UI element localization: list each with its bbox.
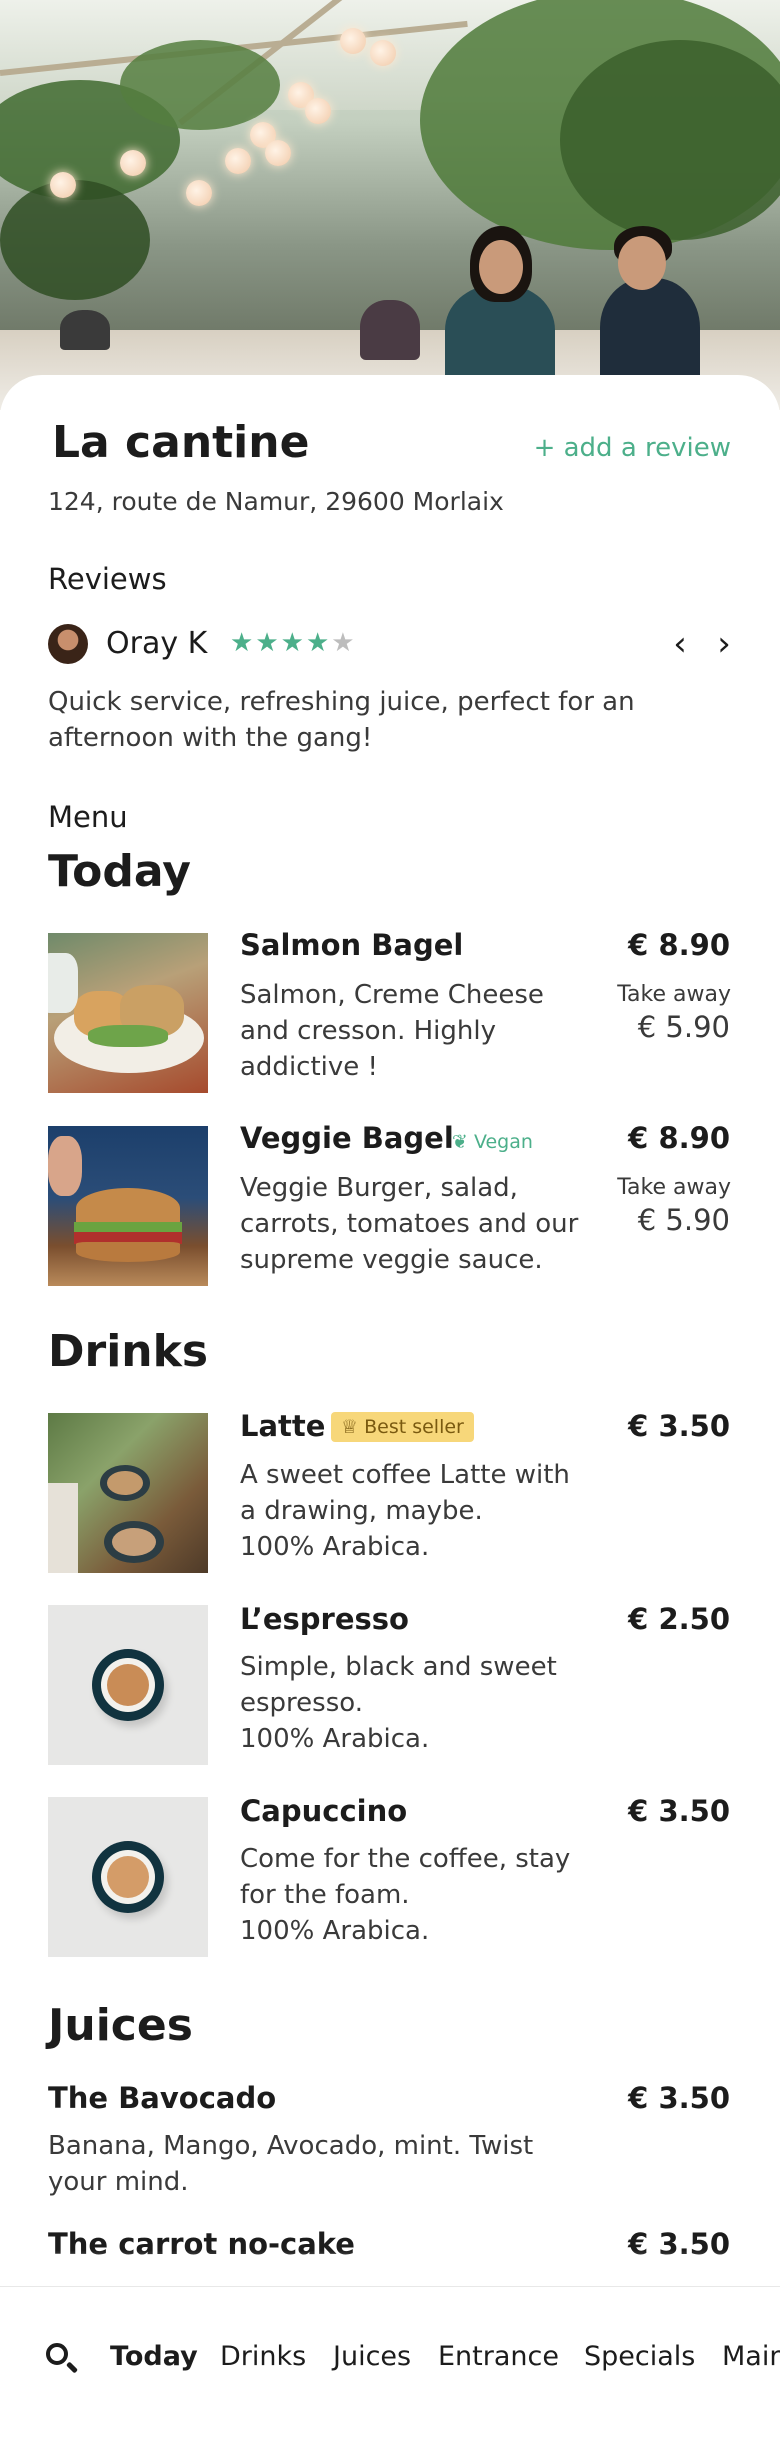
search-icon-ring: [46, 2343, 68, 2365]
drinks-heading: Drinks: [48, 1326, 209, 1377]
latte-photo: [48, 1413, 208, 1573]
takeaway-label: Take away: [617, 982, 731, 1007]
item-description-line: 100% Arabica.: [240, 1916, 430, 1946]
star-filled-icon: ★: [305, 628, 332, 658]
tab-juices[interactable]: Juices: [333, 2341, 411, 2372]
juices-heading: Juices: [48, 2000, 193, 2051]
chevron-left-icon[interactable]: ‹: [660, 622, 700, 666]
star-filled-icon: ★: [280, 628, 306, 658]
best-seller-badge: ♕ Best seller: [331, 1412, 474, 1442]
item-description: Simple, black and sweet espresso. 100% A…: [240, 1649, 620, 1757]
item-description-line: A sweet coffee Latte with: [240, 1460, 570, 1490]
hero-lamp: [370, 40, 396, 66]
tab-main[interactable]: Main: [722, 2341, 780, 2372]
hero-person-face: [618, 236, 666, 290]
item-name: Salmon Bagel: [240, 928, 464, 962]
item-price: € 8.90: [628, 1121, 730, 1155]
chevron-right-icon[interactable]: ›: [704, 622, 744, 666]
item-description: A sweet coffee Latte with a drawing, may…: [240, 1457, 620, 1565]
item-description-line: Banana, Mango, Avocado, mint. Twist: [48, 2131, 534, 2161]
hero-lamp: [305, 98, 331, 124]
restaurant-name: La cantine: [52, 417, 310, 468]
category-tab-bar: Today Drinks Juices Entrance Specials Ma…: [0, 2286, 780, 2448]
hero-lamp: [50, 172, 76, 198]
menu-heading: Menu: [48, 800, 128, 834]
item-description-line: supreme veggie sauce.: [240, 1245, 543, 1275]
star-empty-icon: ★: [331, 628, 357, 658]
takeaway-price: € 5.90: [637, 1010, 730, 1044]
tab-today[interactable]: Today: [110, 2341, 198, 2372]
item-description-line: for the foam.: [240, 1880, 410, 1910]
tab-specials[interactable]: Specials: [584, 2341, 695, 2372]
item-description: Veggie Burger, salad, carrots, tomatoes …: [240, 1170, 620, 1278]
takeaway-label: Take away: [617, 1175, 731, 1200]
hero-lamp: [120, 150, 146, 176]
scroll-fade: [0, 2250, 780, 2290]
hero-lamp: [225, 148, 251, 174]
takeaway-price: € 5.90: [637, 1203, 730, 1237]
add-review-link[interactable]: + add a review: [534, 433, 731, 463]
leaf-icon: ❦: [452, 1131, 468, 1153]
tab-entrance[interactable]: Entrance: [438, 2341, 559, 2372]
item-price: € 8.90: [628, 928, 730, 962]
today-heading: Today: [48, 846, 191, 897]
hero-lamp: [265, 140, 291, 166]
reviewer-name: Oray K: [106, 626, 208, 661]
item-description-line: Simple, black and sweet: [240, 1652, 557, 1682]
capuccino-photo: [48, 1797, 208, 1957]
review-header: Oray K ★★★★★ ‹ ›: [48, 622, 732, 666]
hero-person: [360, 300, 420, 360]
medal-icon: ♕: [341, 1416, 359, 1438]
item-name: L’espresso: [240, 1602, 409, 1636]
item-description-line: a drawing, maybe.: [240, 1496, 483, 1526]
item-name: Capuccino: [240, 1794, 408, 1828]
item-name: Latte: [240, 1409, 326, 1443]
item-description-line: 100% Arabica.: [240, 1724, 430, 1754]
item-description-line: espresso.: [240, 1688, 363, 1718]
rating-stars: ★★★★★: [230, 628, 357, 658]
item-name: The Bavocado: [48, 2081, 277, 2115]
hero-lamp: [186, 180, 212, 206]
avatar: [48, 624, 88, 664]
hero-foliage: [0, 180, 150, 300]
item-price: € 3.50: [628, 1409, 730, 1443]
hero-person-face: [479, 240, 523, 294]
hero-person: [60, 310, 110, 350]
hero-person: [600, 278, 700, 388]
item-price: € 3.50: [628, 2081, 730, 2115]
item-description-line: Veggie Burger, salad,: [240, 1173, 518, 1203]
search-icon-handle: [65, 2361, 79, 2374]
star-filled-icon: ★: [255, 628, 281, 658]
espresso-photo: [48, 1605, 208, 1765]
item-description: Come for the coffee, stay for the foam. …: [240, 1841, 620, 1949]
reviews-heading: Reviews: [48, 562, 167, 596]
vegan-badge: ❦ Vegan: [452, 1131, 533, 1153]
item-description-line: addictive !: [240, 1052, 378, 1082]
restaurant-address: 124, route de Namur, 29600 Morlaix: [48, 487, 504, 516]
review-text: Quick service, refreshing juice, perfect…: [48, 687, 635, 753]
item-name: Veggie Bagel: [240, 1121, 454, 1155]
item-description-line: carrots, tomatoes and our: [240, 1209, 579, 1239]
item-description-line: your mind.: [48, 2167, 189, 2197]
tab-drinks[interactable]: Drinks: [220, 2341, 306, 2372]
item-price: € 2.50: [628, 1602, 730, 1636]
vegan-badge-label: Vegan: [473, 1131, 533, 1153]
item-price: € 3.50: [628, 1794, 730, 1828]
hero-lamp: [340, 28, 366, 54]
search-icon[interactable]: [44, 2341, 80, 2377]
salmon-bagel-photo: [48, 933, 208, 1093]
hero-foliage: [120, 40, 280, 130]
item-description-line: Come for the coffee, stay: [240, 1844, 571, 1874]
hero-photo: [0, 0, 780, 410]
best-seller-badge-label: Best seller: [364, 1416, 464, 1438]
item-description: Salmon, Creme Cheese and cresson. Highly…: [240, 977, 590, 1085]
veggie-bagel-photo: [48, 1126, 208, 1286]
item-description-line: 100% Arabica.: [240, 1532, 430, 1562]
item-description-line: Salmon, Creme Cheese: [240, 980, 544, 1010]
item-description-line: and cresson. Highly: [240, 1016, 496, 1046]
item-description: Banana, Mango, Avocado, mint. Twist your…: [48, 2128, 608, 2200]
star-filled-icon: ★: [230, 628, 256, 658]
